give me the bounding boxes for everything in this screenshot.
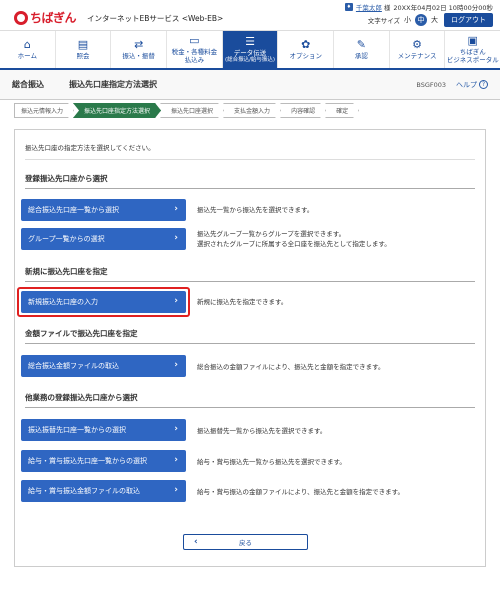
user-name-link[interactable]: 千葉太郎: [356, 2, 382, 12]
nav-home-label: ホーム: [17, 51, 37, 60]
chevron-right-icon: ›: [174, 485, 178, 495]
header: ちばぎん インターネットEBサービス <Web-EB> ♦ 千葉太郎 様 20X…: [0, 0, 500, 27]
bank-logo-text: ちばぎん: [30, 11, 77, 25]
chevron-right-icon: ›: [174, 233, 178, 243]
font-size-label: 文字サイズ: [367, 17, 400, 25]
chevron-right-icon: ›: [174, 455, 178, 465]
button-label: グループ一覧からの選択: [28, 235, 105, 243]
title-bar: 総合振込 振込先口座指定方法選択 BSGF003 ヘルプ ?: [0, 70, 500, 100]
button-description: 振込先グループ一覧からグループを選択できます。 選択されたグループに所属する全口…: [197, 229, 391, 249]
import-amount-file-button[interactable]: 総合振込金額ファイルの取込 ›: [21, 355, 186, 377]
transfer-icon: ⇄: [134, 37, 144, 51]
nav-taxes-label-2: 払込み: [184, 55, 205, 64]
home-icon: ⌂: [23, 37, 31, 51]
chevron-right-icon: ›: [174, 424, 178, 434]
logout-button[interactable]: ログアウト: [444, 13, 493, 27]
select-from-group-list-button[interactable]: グループ一覧からの選択 ›: [21, 228, 186, 250]
nav-inquiry[interactable]: ▤ 照会: [56, 31, 112, 68]
button-description: 給与・賞与振込先一覧から振込先を選択できます。: [197, 458, 346, 466]
login-datetime: 20XX年04月02日 10時00分00秒: [393, 4, 493, 12]
step-item-current: 振込先口座指定方法選択: [73, 103, 161, 118]
button-description: 総合振込の金額ファイルにより、振込先と金額を指定できます。: [197, 363, 385, 371]
back-label: 戻る: [239, 539, 252, 547]
nav-data-transmission[interactable]: ☰ データ伝送 (総合振込/給与振込): [222, 31, 279, 68]
font-size-large-button[interactable]: 大: [431, 15, 438, 25]
section-title-registered: 登録振込先口座から選択: [25, 173, 475, 189]
intro-text: 振込先口座の指定方法を選択してください。: [25, 144, 155, 152]
main-panel: 振込先口座の指定方法を選択してください。 登録振込先口座から選択 総合振込先口座…: [14, 129, 486, 567]
import-salary-amount-file-button[interactable]: 給与・賞与振込金額ファイルの取込 ›: [21, 480, 186, 502]
screen-id: BSGF003: [416, 80, 446, 89]
global-nav: ⌂ ホーム ▤ 照会 ⇄ 振込・振替 ▭ 税金・各種料金 払込み ☰ データ伝送…: [0, 30, 500, 70]
user-info: ♦ 千葉太郎 様 20XX年04月02日 10時00分00秒: [344, 2, 493, 12]
page-title: 振込先口座指定方法選択: [69, 80, 157, 89]
nav-approval[interactable]: ✎ 承認: [334, 31, 390, 68]
enter-new-payee-button[interactable]: 新規振込先口座の入力 ›: [21, 291, 186, 313]
nav-option[interactable]: ✿ オプション: [278, 31, 335, 68]
bank-logo-mark: [14, 10, 28, 25]
nav-data-label-2: (総合振込/給与振込): [224, 57, 276, 64]
step-item: 振込先口座選択: [160, 103, 224, 118]
nav-transfer-label: 振込・振替: [122, 51, 155, 60]
database-icon: ☰: [245, 34, 255, 48]
chevron-right-icon: ›: [174, 296, 178, 306]
section-title-file: 金額ファイルで振込先口座を指定: [25, 328, 475, 344]
step-item: 振込元情報入力: [14, 103, 74, 118]
button-label: 新規振込先口座の入力: [28, 298, 98, 306]
nav-home[interactable]: ⌂ ホーム: [0, 31, 56, 68]
nav-business-portal[interactable]: ▣ ちばぎん ビジネスポータル: [445, 31, 500, 68]
service-name: インターネットEBサービス <Web-EB>: [87, 14, 224, 23]
user-suffix: 様: [383, 4, 391, 12]
help-label: ヘルプ: [456, 80, 477, 89]
maintenance-icon: ⚙: [412, 37, 422, 51]
button-description: 新規に振込先を指定できます。: [197, 298, 288, 306]
back-button[interactable]: ‹ 戻る: [183, 534, 308, 550]
nav-maintenance-label: メンテナンス: [397, 51, 437, 60]
chevron-left-icon: ‹: [194, 537, 198, 547]
font-size-small-button[interactable]: 小: [404, 15, 411, 25]
button-description: 給与・賞与振込の金額ファイルにより、振込先と金額を指定できます。: [197, 488, 404, 496]
nav-taxes[interactable]: ▭ 税金・各種料金 払込み: [167, 31, 223, 68]
question-icon: ?: [479, 80, 488, 89]
nav-option-label: オプション: [289, 51, 322, 60]
button-description: 振込先一覧から振込先を選択できます。: [197, 206, 314, 214]
button-label: 総合振込金額ファイルの取込: [28, 362, 119, 370]
inquiry-icon: ▤: [77, 37, 89, 51]
button-label: 振込振替先口座一覧からの選択: [28, 426, 126, 434]
font-size-controls: 文字サイズ 小 中 大 ログアウト: [368, 13, 493, 27]
step-item: 支払金額入力: [223, 103, 281, 118]
approval-icon: ✎: [356, 37, 366, 51]
select-from-transfer-list-button[interactable]: 振込振替先口座一覧からの選択 ›: [21, 419, 186, 441]
section-title-new: 新規に振込先口座を指定: [25, 266, 475, 282]
chevron-right-icon: ›: [174, 204, 178, 214]
divider: [25, 159, 475, 160]
description-line: 選択されたグループに所属する全口座を振込先として指定します。: [197, 240, 391, 248]
select-from-salary-payee-list-button[interactable]: 給与・賞与振込先口座一覧からの選択 ›: [21, 450, 186, 472]
select-from-payee-list-button[interactable]: 総合振込先口座一覧から選択 ›: [21, 199, 186, 221]
page-category: 総合振込: [12, 80, 44, 89]
button-label: 給与・賞与振込金額ファイルの取込: [28, 487, 140, 495]
computer-icon: ▣: [467, 34, 478, 48]
nav-inquiry-label: 照会: [76, 51, 90, 60]
section-title-other: 他業務の登録振込先口座から選択: [25, 392, 475, 408]
button-description: 振込振替先一覧から振込先を選択できます。: [197, 427, 327, 435]
nav-portal-label-2: ビジネスポータル: [446, 55, 499, 64]
button-label: 総合振込先口座一覧から選択: [28, 206, 119, 214]
option-icon: ✿: [301, 37, 311, 51]
description-line: 振込先グループ一覧からグループを選択できます。: [197, 230, 346, 238]
font-size-medium-button[interactable]: 中: [415, 14, 427, 26]
chevron-right-icon: ›: [174, 360, 178, 370]
progress-steps: 振込元情報入力 振込先口座指定方法選択 振込先口座選択 支払金額入力 内容確認 …: [14, 103, 358, 118]
help-link[interactable]: ヘルプ ?: [456, 80, 488, 90]
nav-approval-label: 承認: [354, 51, 368, 60]
taxes-icon: ▭: [189, 34, 200, 48]
nav-maintenance[interactable]: ⚙ メンテナンス: [390, 31, 446, 68]
button-label: 給与・賞与振込先口座一覧からの選択: [28, 457, 147, 465]
step-item: 確定: [325, 103, 359, 118]
step-item: 内容確認: [280, 103, 326, 118]
user-icon: ♦: [344, 3, 353, 11]
nav-transfer[interactable]: ⇄ 振込・振替: [111, 31, 168, 68]
bank-logo[interactable]: ちばぎん: [14, 9, 77, 26]
